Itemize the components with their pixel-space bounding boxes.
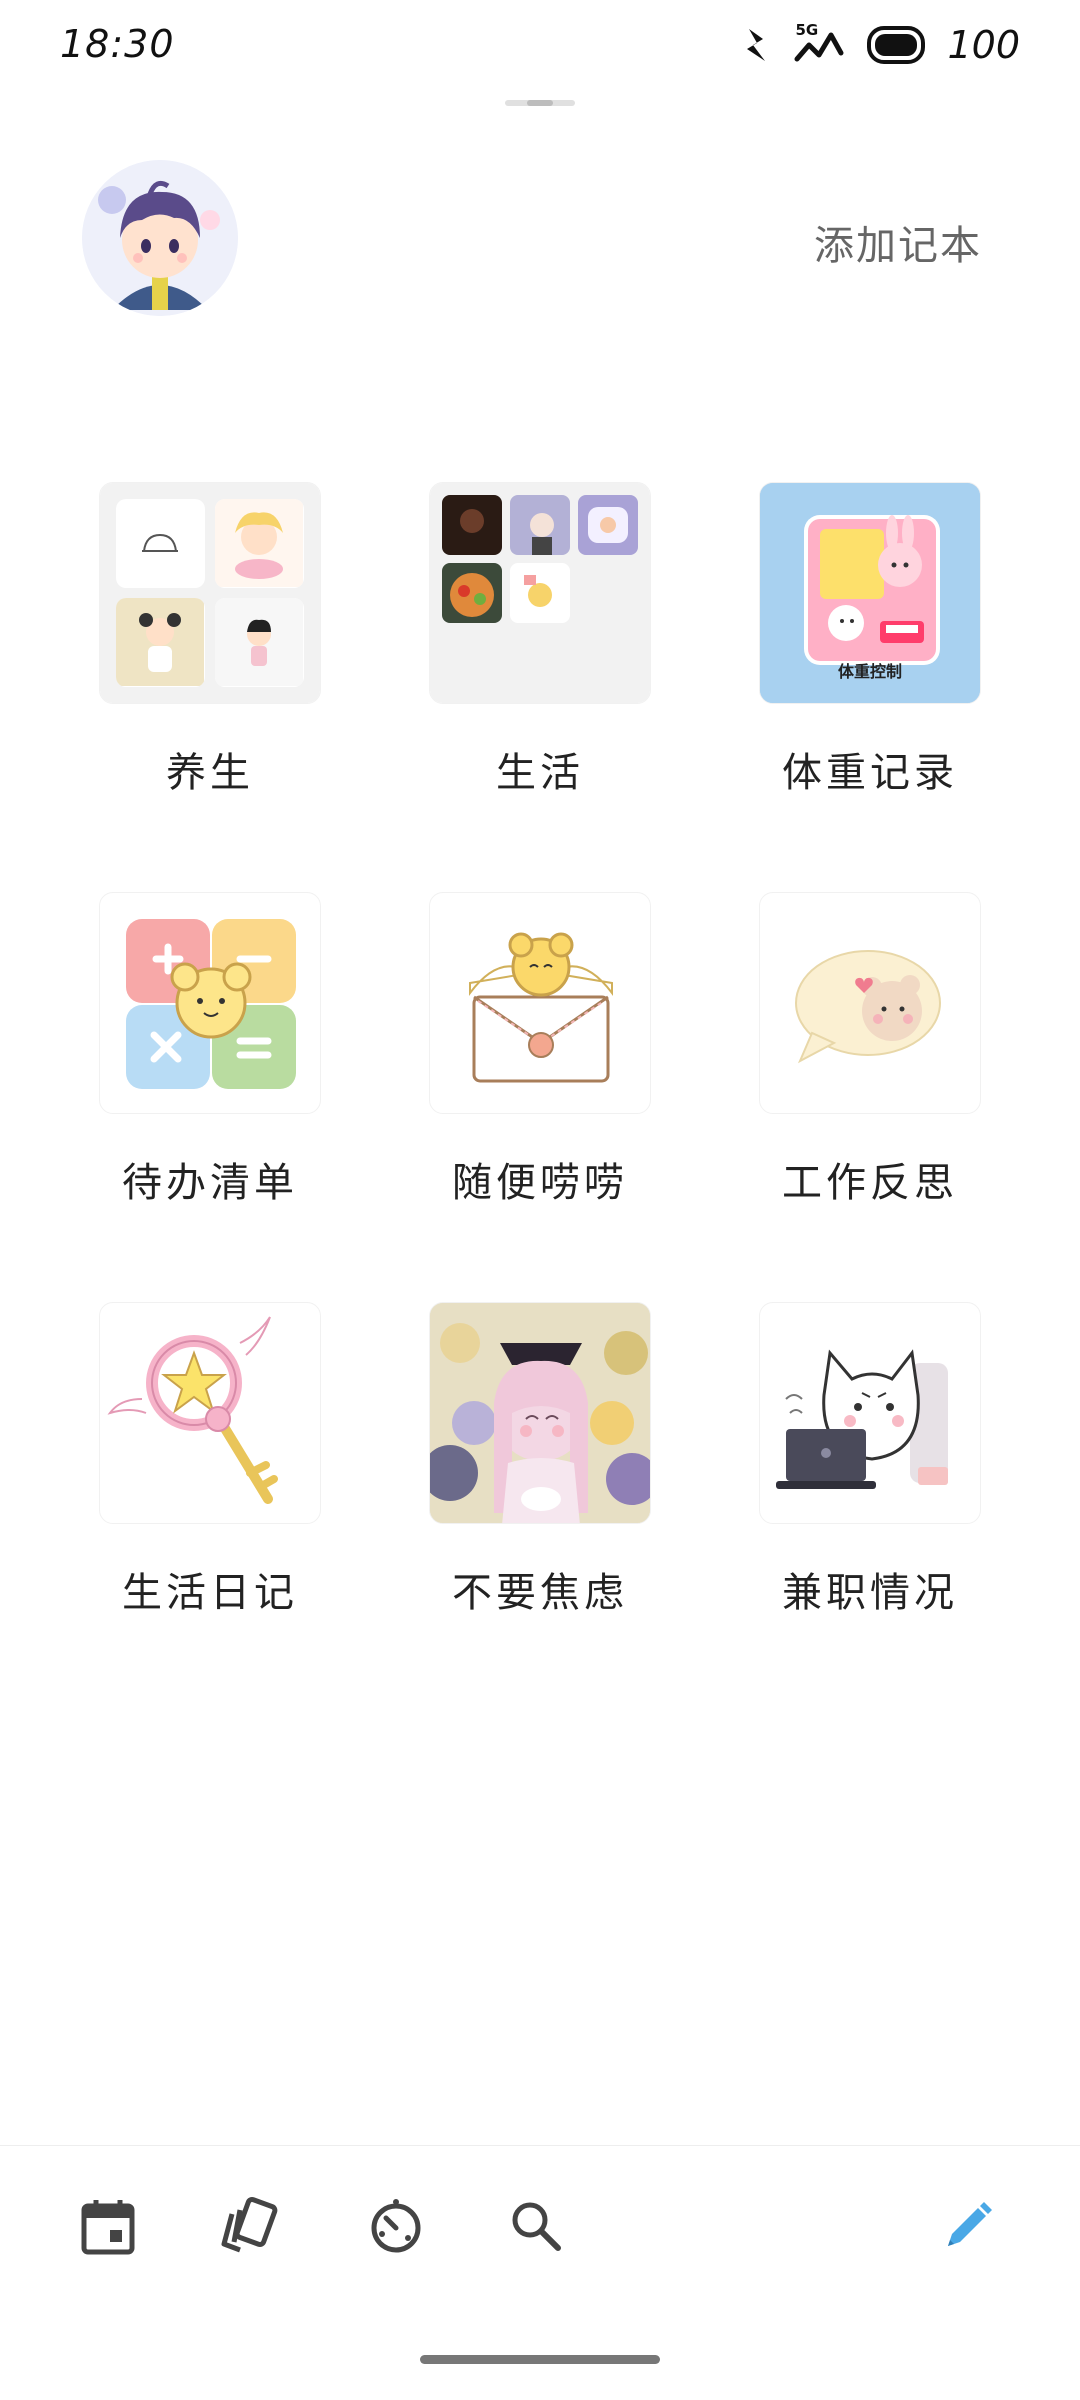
notebook-cover	[99, 1302, 321, 1524]
notebook-label: 工作反思	[782, 1160, 958, 1206]
cover-thumb	[510, 563, 570, 623]
notebook-yangsheng[interactable]: 养生	[99, 482, 325, 798]
cover-thumb	[116, 598, 205, 687]
cards-icon[interactable]	[212, 2190, 284, 2262]
status-icons: 5G 100	[741, 20, 1020, 70]
cover-thumb	[578, 495, 638, 555]
cover-thumb	[215, 598, 304, 687]
notebook-cover	[429, 892, 651, 1114]
notebook-label: 不要焦虑	[452, 1570, 628, 1616]
bottom-nav	[0, 2145, 1080, 2316]
notebook-shenghuo[interactable]: 生活	[429, 482, 655, 798]
notebook-dont-worry[interactable]: 不要焦虑	[429, 1302, 655, 1618]
notebook-label: 待办清单	[122, 1160, 298, 1206]
calendar-icon[interactable]	[72, 2190, 144, 2262]
avatar[interactable]	[82, 160, 238, 316]
battery-level: 100	[947, 23, 1020, 67]
flash-icon	[747, 29, 766, 61]
notebook-label: 生活	[496, 750, 584, 796]
cover-thumb	[215, 499, 304, 588]
notebook-label: 养生	[166, 750, 254, 796]
home-indicator[interactable]	[420, 2355, 660, 2364]
notebook-cover	[759, 1302, 981, 1524]
notebook-life-diary[interactable]: 生活日记	[99, 1302, 325, 1618]
pencil-icon[interactable]	[932, 2190, 1004, 2262]
cover-thumb	[116, 499, 205, 588]
network-5g-icon: 5G	[793, 21, 845, 67]
cover-caption: 体重控制	[837, 662, 902, 681]
add-notebook-button[interactable]: 添加记本	[814, 213, 982, 271]
status-time: 18:30	[60, 22, 175, 66]
drag-handle[interactable]	[505, 100, 575, 106]
notebook-cover	[429, 482, 651, 704]
notebook-weight-record[interactable]: 体重记录 体重控制	[759, 482, 985, 798]
notebook-label: 生活日记	[122, 1570, 298, 1616]
notebook-cover	[429, 1302, 651, 1524]
notebook-label: 兼职情况	[782, 1570, 958, 1616]
battery-icon	[867, 26, 926, 64]
cover-thumb	[510, 495, 570, 555]
cover-thumb	[442, 495, 502, 555]
timer-icon[interactable]	[360, 2190, 432, 2262]
notebook-cover	[759, 892, 981, 1114]
notebook-part-time[interactable]: 兼职情况	[759, 1302, 985, 1618]
notebook-cover	[99, 482, 321, 704]
notebook-label: 随便唠唠	[452, 1160, 628, 1206]
notebook-casual-chat[interactable]: 随便唠唠	[429, 892, 655, 1208]
notebook-cover	[99, 892, 321, 1114]
notebook-todo-list[interactable]: 待办清单	[99, 892, 325, 1208]
notebook-work-reflection[interactable]: 工作反思	[759, 892, 985, 1208]
notebook-label: 体重记录	[782, 750, 958, 796]
cover-thumb	[442, 563, 502, 623]
status-bar: 18:30 5G 100	[0, 0, 1080, 90]
search-icon[interactable]	[500, 2190, 572, 2262]
